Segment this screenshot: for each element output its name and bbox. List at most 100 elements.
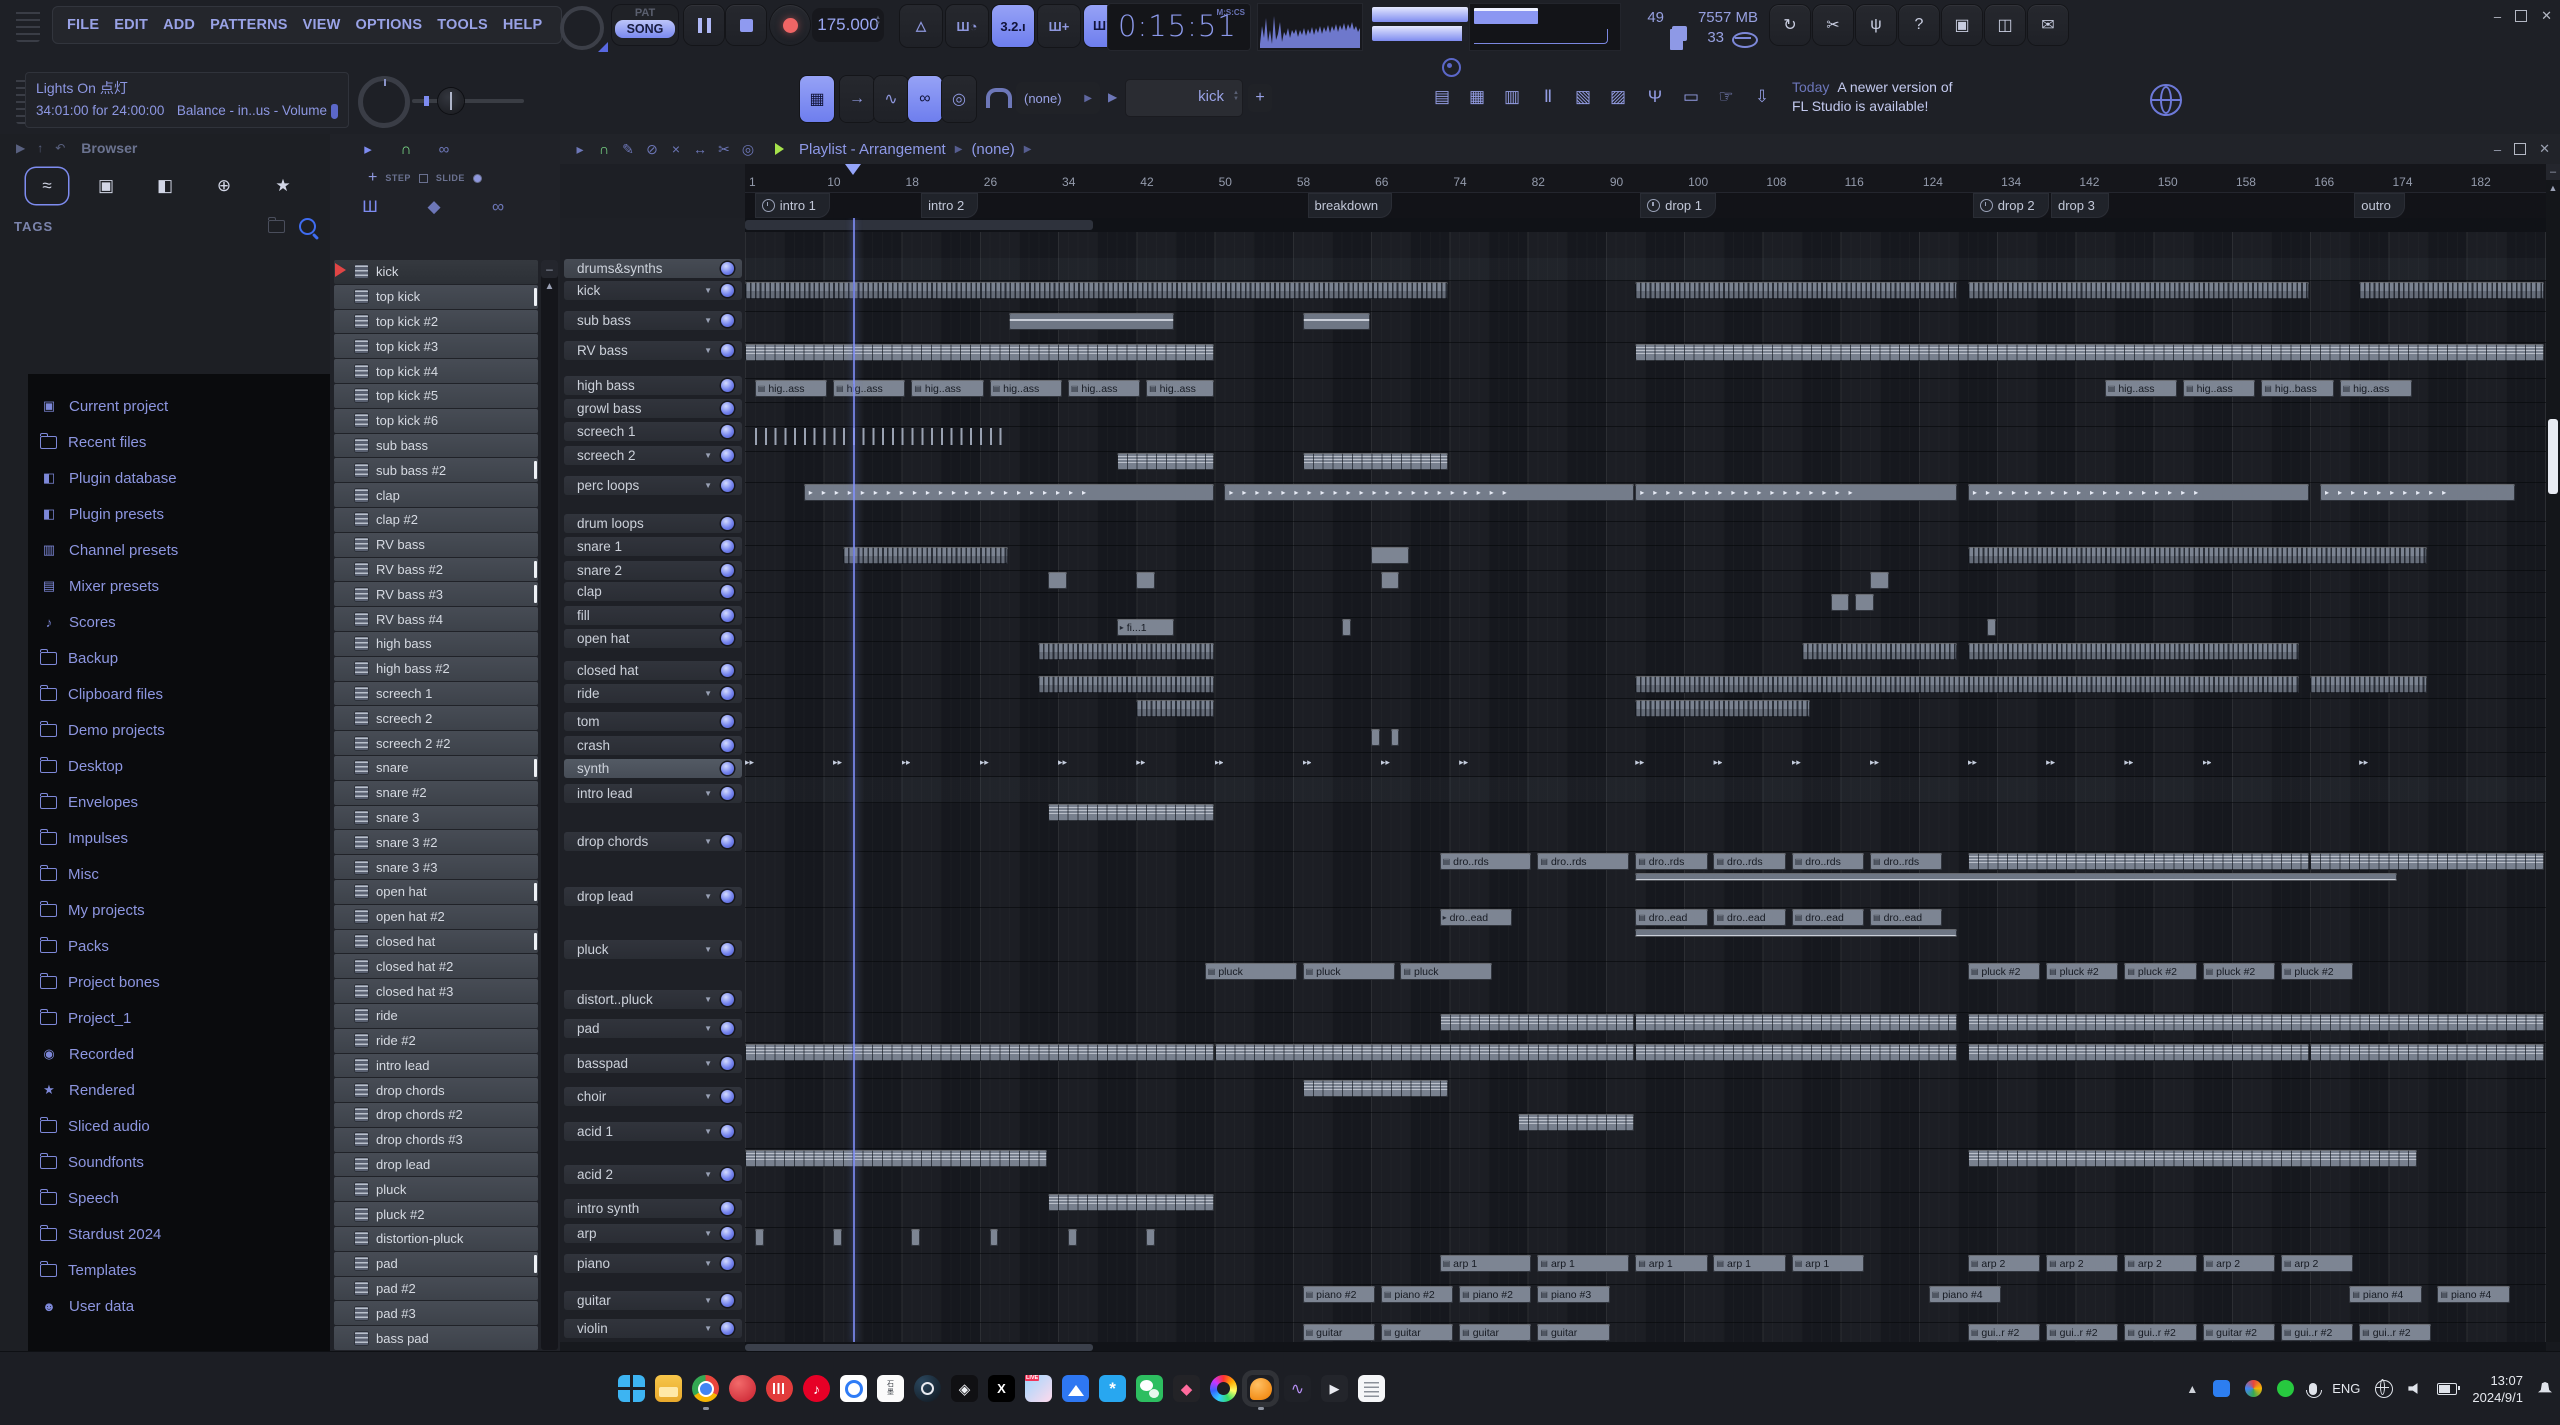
clip[interactable]: ▤guitar xyxy=(1459,1324,1531,1341)
track-menu-arrow[interactable]: ▼ xyxy=(704,481,712,490)
lane-choir[interactable] xyxy=(745,1113,2546,1149)
track-mute-led[interactable] xyxy=(721,609,734,622)
track-menu-arrow[interactable]: ▼ xyxy=(704,346,712,355)
track-mute-led[interactable] xyxy=(721,425,734,438)
clip[interactable]: ▸▸ xyxy=(1058,754,1067,771)
clip[interactable]: ▸▸ xyxy=(902,754,911,771)
clip[interactable] xyxy=(1038,676,1213,693)
pattern-item-snare-2[interactable]: snare #2 xyxy=(334,781,538,805)
clip[interactable] xyxy=(1987,619,1996,636)
pat-mode-label[interactable]: PAT xyxy=(612,5,678,19)
lane-intro-synth[interactable] xyxy=(745,1228,2546,1254)
playlist-track-acid-1[interactable]: acid 1▼ xyxy=(560,1121,745,1164)
tray-icon-green[interactable] xyxy=(2277,1380,2294,1397)
playlist-track-clap[interactable]: clap xyxy=(560,581,745,605)
slip-tool-icon[interactable]: ↔ xyxy=(690,141,710,158)
track-mute-led[interactable] xyxy=(721,1294,734,1307)
clip[interactable] xyxy=(1855,594,1874,611)
pattern-item-high-bass-2[interactable]: high bass #2 xyxy=(334,657,538,681)
pattern-item-drop-chords[interactable]: drop chords xyxy=(334,1078,538,1102)
clip[interactable] xyxy=(833,1229,842,1246)
network-icon[interactable] xyxy=(2375,1380,2393,1398)
browser-item-impulses[interactable]: Impulses xyxy=(28,820,330,856)
playlist-track-violin[interactable]: violin▼ xyxy=(560,1318,745,1342)
mixer-window-icon[interactable]: Ⅱ xyxy=(1533,80,1563,114)
microphone-icon[interactable]: ψ xyxy=(1856,5,1896,45)
notepad-icon[interactable] xyxy=(1358,1375,1385,1402)
pattern-item-closed-hat[interactable]: closed hat xyxy=(334,930,538,954)
hint-voice-icon[interactable] xyxy=(1732,32,1758,48)
clip[interactable] xyxy=(1968,547,2427,564)
pattern-item-snare[interactable]: snare xyxy=(334,756,538,780)
playlist-track-high-bass[interactable]: high bass xyxy=(560,375,745,398)
clip[interactable]: ▤arp 1 xyxy=(1635,1255,1707,1272)
pattern-item-rv-bass-2[interactable]: RV bass #2 xyxy=(334,558,538,582)
pattern-zoom-out-button[interactable]: – xyxy=(541,260,558,278)
knob-icon[interactable]: ◎ xyxy=(942,76,976,122)
clip[interactable] xyxy=(1635,676,2299,693)
track-menu-arrow[interactable]: ▼ xyxy=(704,1229,712,1238)
clip[interactable]: ▸▸ xyxy=(1381,754,1390,771)
clip[interactable]: ▸▸▸▸▸▸▸▸▸▸▸▸▸▸▸▸▸▸ xyxy=(1968,484,2309,501)
window-maximize-button[interactable] xyxy=(2515,10,2527,22)
browser-item-demo-projects[interactable]: Demo projects xyxy=(28,712,330,748)
browser-item-envelopes[interactable]: Envelopes xyxy=(28,784,330,820)
menu-add[interactable]: ADD xyxy=(163,17,195,33)
chain-icon[interactable]: ∞ xyxy=(488,197,508,217)
marker-breakdown[interactable]: breakdown xyxy=(1308,193,1393,218)
clip[interactable] xyxy=(2310,1044,2544,1061)
pattern-item-closed-hat-3[interactable]: closed hat #3 xyxy=(334,979,538,1003)
pattern-item-snare-3-2[interactable]: snare 3 #2 xyxy=(334,830,538,854)
pattern-item-drop-lead[interactable]: drop lead xyxy=(334,1153,538,1177)
toolbar-grip[interactable] xyxy=(16,8,40,42)
lane-guitar[interactable]: ▤guitar▤guitar▤guitar▤guitar▤gui..r #2▤g… xyxy=(745,1323,2546,1342)
tools-menu-icon[interactable]: ▸ xyxy=(570,141,590,158)
playlist-track-perc-loops[interactable]: perc loops▼ xyxy=(560,475,745,513)
playlist-zoom-scrollbar[interactable] xyxy=(745,218,2546,232)
track-mute-led[interactable] xyxy=(721,1057,734,1070)
lane-drop-lead[interactable]: ▸dro..ead▤dro..ead▤dro..ead▤dro..ead▤dro… xyxy=(745,908,2546,962)
horizontal-scrollbar-handle[interactable] xyxy=(745,1344,1093,1351)
track-menu-arrow[interactable]: ▼ xyxy=(704,1296,712,1305)
marker-drop-3[interactable]: drop 3 xyxy=(2051,193,2109,218)
tray-microphone-icon[interactable] xyxy=(2309,1383,2317,1395)
master-pitch-knob[interactable] xyxy=(358,76,410,128)
picker-menu-icon[interactable]: ▸ xyxy=(358,140,378,158)
track-mute-led[interactable] xyxy=(721,540,734,553)
clip[interactable]: ▤arp 2 xyxy=(2203,1255,2275,1272)
metronome-icon[interactable]: △ xyxy=(900,5,942,47)
clip[interactable]: ▤gui..r #2 xyxy=(2281,1324,2353,1341)
menu-help[interactable]: HELP xyxy=(503,17,542,33)
blue-mountain-icon[interactable] xyxy=(1062,1375,1089,1402)
browser-item-plugin-presets[interactable]: ◧Plugin presets xyxy=(28,496,330,532)
lane-perc-loops[interactable]: ▸▸▸▸▸▸▸▸▸▸▸▸▸▸▸▸▸▸▸▸▸▸▸▸▸▸▸▸▸▸▸▸▸▸▸▸▸▸▸▸… xyxy=(745,483,2546,522)
clip[interactable]: ▸▸ xyxy=(1303,754,1312,771)
clip[interactable] xyxy=(1968,853,2309,870)
slide-icon[interactable]: ∿ xyxy=(874,76,908,122)
clip[interactable] xyxy=(745,344,1214,361)
window-close-button[interactable]: ✕ xyxy=(2541,8,2552,24)
lane-drum-loops[interactable] xyxy=(745,522,2546,546)
lane-pluck[interactable]: ▤pluck▤pluck▤pluck▤pluck #2▤pluck #2▤plu… xyxy=(745,962,2546,1013)
clip[interactable]: ▤arp 2 xyxy=(1968,1255,2040,1272)
clip[interactable]: ▤piano #2 xyxy=(1381,1286,1453,1303)
playlist-canvas[interactable]: ▤hig..ass▤hig..ass▤hig..ass▤hig..ass▤hig… xyxy=(745,218,2546,1342)
pattern-item-intro-lead[interactable]: intro lead xyxy=(334,1054,538,1078)
pattern-item-sub-bass-2[interactable]: sub bass #2 xyxy=(334,458,538,482)
clip[interactable] xyxy=(1635,1014,1957,1031)
clip[interactable]: ▤piano #2 xyxy=(1303,1286,1375,1303)
feedback-icon[interactable]: ✉ xyxy=(2028,5,2068,45)
clip[interactable] xyxy=(1635,873,2397,881)
pat-song-toggle[interactable]: PAT SONG xyxy=(612,5,678,45)
track-mute-led[interactable] xyxy=(721,379,734,392)
help-icon[interactable]: ? xyxy=(1899,5,1939,45)
playlist-track-pluck[interactable]: pluck▼ xyxy=(560,939,745,989)
clip[interactable] xyxy=(1968,1150,2417,1167)
playlist-track-piano[interactable]: piano▼ xyxy=(560,1253,745,1290)
track-mute-led[interactable] xyxy=(721,762,734,775)
browser-item-project-bones[interactable]: Project bones xyxy=(28,964,330,1000)
clip[interactable]: ▤pluck xyxy=(1400,963,1492,980)
clip[interactable]: ▸▸ xyxy=(2124,754,2133,771)
pattern-item-drop-chords-3[interactable]: drop chords #3 xyxy=(334,1128,538,1152)
playlist-track-tom[interactable]: tom xyxy=(560,711,745,735)
